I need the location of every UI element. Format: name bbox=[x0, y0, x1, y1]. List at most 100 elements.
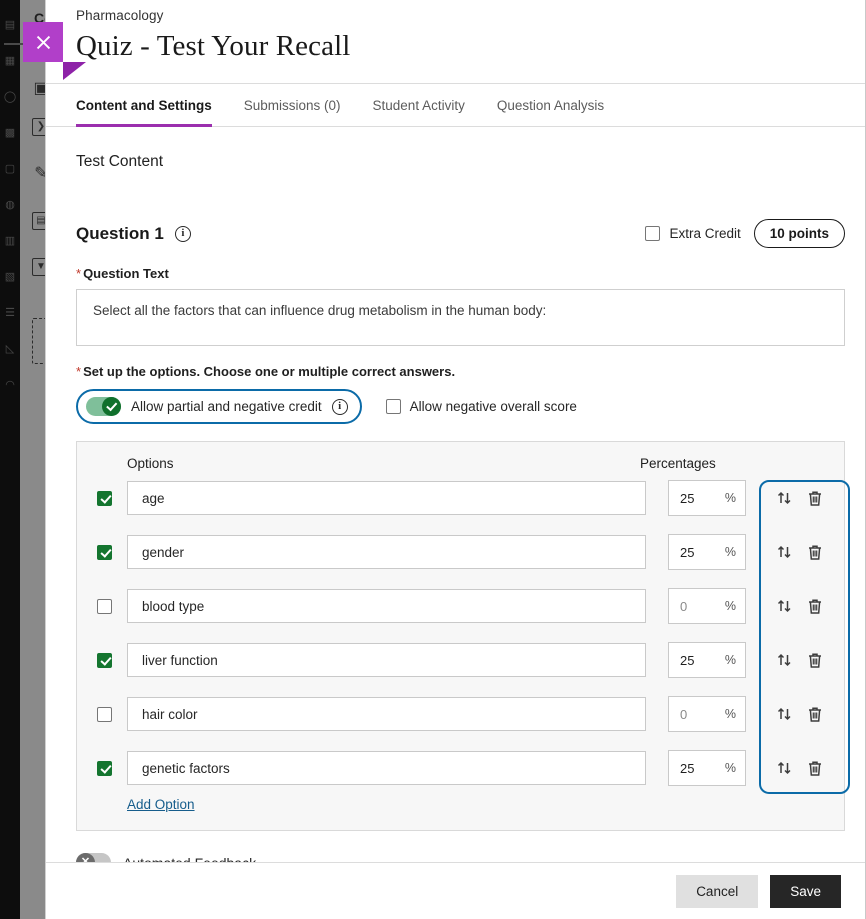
tools-icon[interactable]: ▧ bbox=[3, 270, 17, 284]
option-row: hair color 0% bbox=[77, 687, 844, 741]
extra-credit-label: Extra Credit bbox=[669, 226, 740, 241]
trash-icon[interactable] bbox=[807, 652, 823, 669]
percent-unit-label: % bbox=[725, 653, 736, 667]
extra-credit-checkbox[interactable] bbox=[645, 226, 660, 241]
reorder-icon[interactable] bbox=[777, 544, 792, 560]
flag-icon[interactable]: ◺ bbox=[3, 342, 17, 356]
partial-credit-toggle[interactable] bbox=[86, 397, 121, 416]
badge-icon[interactable]: ▼ bbox=[32, 258, 45, 276]
reorder-icon[interactable] bbox=[777, 760, 792, 776]
option-percent-value: 25 bbox=[680, 653, 694, 668]
partial-credit-label: Allow partial and negative credit bbox=[131, 399, 322, 414]
option-text-input[interactable]: liver function bbox=[127, 643, 646, 677]
percent-unit-label: % bbox=[725, 491, 736, 505]
option-percent-value: 0 bbox=[680, 707, 687, 722]
close-tab-tail bbox=[63, 62, 86, 80]
option-row: age 25% bbox=[77, 471, 844, 525]
trash-icon[interactable] bbox=[807, 706, 823, 723]
window-icon[interactable]: ▢ bbox=[3, 162, 17, 176]
people-icon[interactable]: ◍ bbox=[3, 198, 17, 212]
percent-unit-label: % bbox=[725, 599, 736, 613]
tab-student-activity[interactable]: Student Activity bbox=[357, 84, 481, 126]
save-button[interactable]: Save bbox=[770, 875, 841, 908]
option-percent-input[interactable]: 0% bbox=[668, 588, 746, 624]
required-star: * bbox=[76, 266, 81, 281]
options-card: Options Percentages age25%gender25%blood… bbox=[76, 441, 845, 831]
option-text-input[interactable]: hair color bbox=[127, 697, 646, 731]
tab-submissions[interactable]: Submissions (0) bbox=[228, 84, 357, 126]
calendar-icon[interactable]: ▥ bbox=[3, 234, 17, 248]
search-icon[interactable]: ◯ bbox=[3, 90, 17, 104]
toggle-knob-x-icon: ✕ bbox=[76, 853, 95, 862]
negative-overall-checkbox[interactable] bbox=[386, 399, 401, 414]
tab-content-and-settings[interactable]: Content and Settings bbox=[76, 84, 228, 126]
trash-icon[interactable] bbox=[807, 760, 823, 777]
trash-icon[interactable] bbox=[807, 598, 823, 615]
negative-overall-label: Allow negative overall score bbox=[410, 399, 577, 414]
option-text-input[interactable]: gender bbox=[127, 535, 646, 569]
expand-icon[interactable]: ❯ bbox=[32, 118, 45, 136]
option-percent-input[interactable]: 25% bbox=[668, 534, 746, 570]
points-button[interactable]: 10 points bbox=[754, 219, 845, 248]
circle-icon[interactable]: ◠ bbox=[3, 378, 17, 392]
question-text-label-text: Question Text bbox=[83, 266, 169, 281]
app-course-nav: Co ▣ ❯ ✎ ▤ ▼ bbox=[20, 0, 45, 919]
option-correct-checkbox[interactable] bbox=[97, 599, 112, 614]
reorder-icon[interactable] bbox=[777, 652, 792, 668]
credit-toggles-row: Allow partial and negative credit i Allo… bbox=[76, 389, 845, 424]
option-percent-value: 25 bbox=[680, 761, 694, 776]
col-header-options: Options bbox=[127, 456, 640, 471]
list-icon[interactable]: ☰ bbox=[3, 306, 17, 320]
option-percent-value: 25 bbox=[680, 491, 694, 506]
page-title: Quiz - Test Your Recall bbox=[76, 30, 865, 63]
library-icon[interactable]: ▦ bbox=[3, 54, 17, 68]
option-row: liver function 25% bbox=[77, 633, 844, 687]
reorder-icon[interactable] bbox=[777, 490, 792, 506]
screen: ▤ ▦ ◯ ▩ ▢ ◍ ▥ ▧ ☰ ◺ ◠ Co ▣ ❯ ✎ ▤ ▼ Pharm… bbox=[0, 0, 866, 919]
trash-icon[interactable] bbox=[807, 490, 823, 507]
percent-unit-label: % bbox=[725, 761, 736, 775]
option-percent-input[interactable]: 25% bbox=[668, 750, 746, 786]
options-list: age25%gender25%blood type0%liver functio… bbox=[77, 471, 844, 795]
option-correct-checkbox[interactable] bbox=[97, 761, 112, 776]
partial-credit-info-icon[interactable]: i bbox=[332, 399, 348, 415]
grid-icon[interactable]: ▩ bbox=[3, 126, 17, 140]
trash-icon[interactable] bbox=[807, 544, 823, 561]
close-panel-button[interactable] bbox=[23, 22, 63, 62]
option-text-input[interactable]: age bbox=[127, 481, 646, 515]
partial-credit-toggle-group[interactable]: Allow partial and negative credit i bbox=[76, 389, 362, 424]
option-correct-checkbox[interactable] bbox=[97, 491, 112, 506]
reorder-icon[interactable] bbox=[777, 706, 792, 722]
option-correct-checkbox[interactable] bbox=[97, 707, 112, 722]
negative-overall-group: Allow negative overall score bbox=[386, 399, 577, 414]
option-text-input[interactable]: blood type bbox=[127, 589, 646, 623]
book-icon[interactable]: ▤ bbox=[3, 18, 17, 32]
options-header: Options Percentages bbox=[77, 456, 844, 471]
add-option-link[interactable]: Add Option bbox=[77, 795, 195, 830]
drop-zone[interactable] bbox=[32, 318, 45, 364]
option-percent-input[interactable]: 0% bbox=[668, 696, 746, 732]
reorder-icon[interactable] bbox=[777, 598, 792, 614]
option-percent-input[interactable]: 25% bbox=[668, 480, 746, 516]
collapse-icon[interactable]: ▣ bbox=[32, 80, 45, 98]
automated-feedback-toggle[interactable]: ✕ bbox=[76, 853, 111, 862]
option-correct-checkbox[interactable] bbox=[97, 545, 112, 560]
percent-unit-label: % bbox=[725, 545, 736, 559]
tab-question-analysis[interactable]: Question Analysis bbox=[481, 84, 620, 126]
panel-body: Test Content Question 1 i Extra Credit 1… bbox=[46, 127, 865, 862]
quiz-editor-panel: Pharmacology Quiz - Test Your Recall Con… bbox=[45, 0, 866, 919]
option-text-input[interactable]: genetic factors bbox=[127, 751, 646, 785]
panel-header: Pharmacology Quiz - Test Your Recall bbox=[46, 0, 865, 63]
question-title: Question 1 bbox=[76, 224, 164, 244]
option-correct-checkbox[interactable] bbox=[97, 653, 112, 668]
info-icon[interactable]: i bbox=[175, 226, 191, 242]
question-text-input[interactable]: Select all the factors that can influenc… bbox=[76, 289, 845, 346]
option-row: genetic factors 25% bbox=[77, 741, 844, 795]
cancel-button[interactable]: Cancel bbox=[676, 875, 758, 908]
pencil-icon[interactable]: ✎ bbox=[32, 165, 45, 183]
options-instruction-label: *Set up the options. Choose one or multi… bbox=[76, 364, 845, 379]
card-icon[interactable]: ▤ bbox=[32, 212, 45, 230]
percent-unit-label: % bbox=[725, 707, 736, 721]
option-row: blood type 0% bbox=[77, 579, 844, 633]
option-percent-input[interactable]: 25% bbox=[668, 642, 746, 678]
